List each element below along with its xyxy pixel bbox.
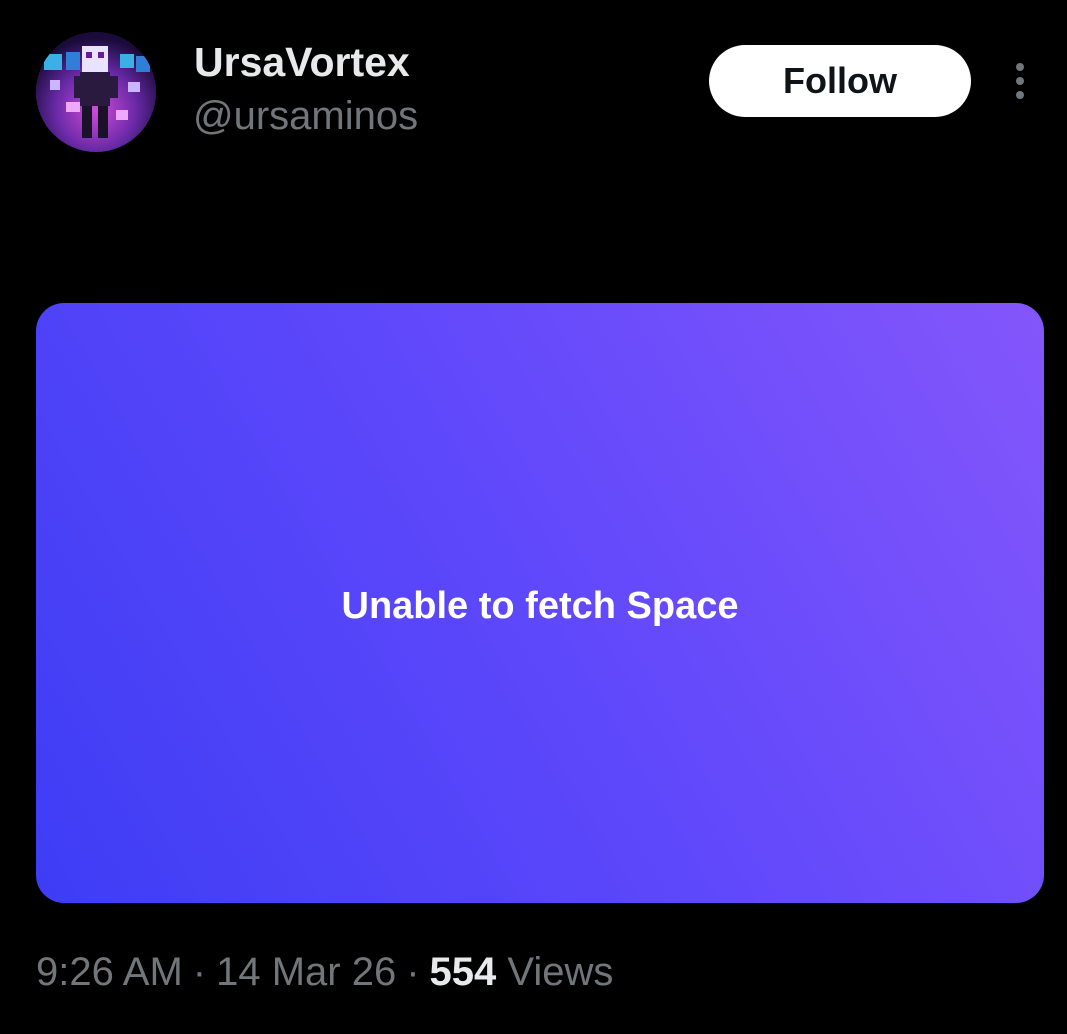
avatar-image xyxy=(36,32,156,152)
post-meta: 9:26 AM · 14 Mar 26 · 554 Views xyxy=(36,944,613,1000)
follow-button[interactable]: Follow xyxy=(709,45,971,117)
more-vertical-icon-dot xyxy=(1016,77,1024,85)
more-vertical-icon xyxy=(1016,63,1024,71)
meta-separator: · xyxy=(192,950,207,994)
space-card-message: Unable to fetch Space xyxy=(341,584,739,627)
views-label: Views xyxy=(507,950,614,994)
avatar[interactable] xyxy=(36,32,156,152)
more-vertical-icon-dot xyxy=(1016,91,1024,99)
views-count: 554 xyxy=(429,950,497,994)
meta-separator: · xyxy=(406,950,420,994)
author-display-name[interactable]: UrsaVortex xyxy=(194,38,410,86)
more-options-button[interactable] xyxy=(1000,56,1040,106)
space-card[interactable]: Unable to fetch Space xyxy=(36,303,1044,903)
author-handle[interactable]: @ursaminos xyxy=(193,92,418,140)
post-time[interactable]: 9:26 AM xyxy=(36,950,183,994)
post-date[interactable]: 14 Mar 26 xyxy=(216,950,396,994)
